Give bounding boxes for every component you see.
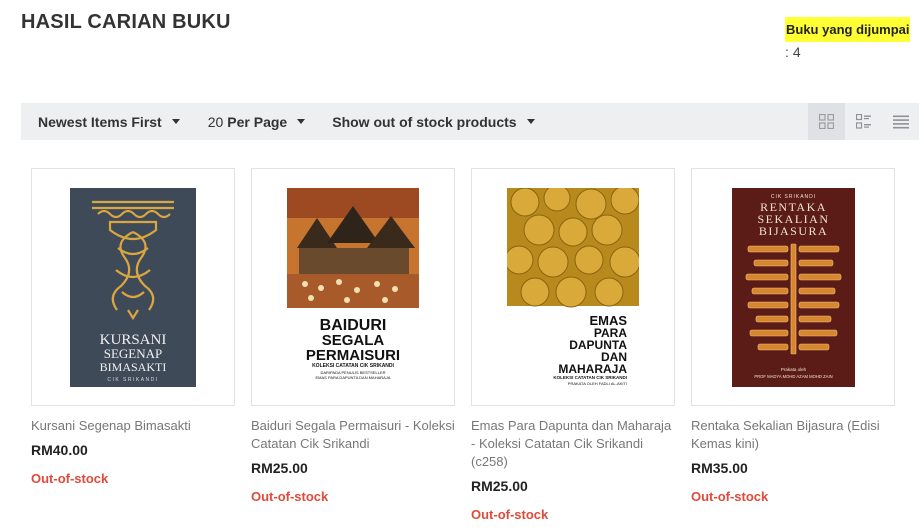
cover-subtitle: PROF MADYA MOHD AZAM MOHD ZAIN	[754, 374, 832, 379]
grid-large-icon	[819, 114, 834, 129]
results-found-label: Buku yang dijumpai	[785, 17, 910, 42]
cover-subtitle: KOLEKSI CATATAN CIK SRIKANDI	[312, 363, 394, 369]
book-cover-image: KURSANI SEGENAP BIMASAKTI CIK SRIKANDI	[70, 187, 196, 387]
per-page-dropdown[interactable]: 20 Per Page	[208, 103, 306, 140]
cover-subtitle: KOLEKSI CATATAN CIK SRIKANDI	[553, 375, 627, 380]
caret-down-icon	[526, 119, 535, 124]
book-cover-image: BAIDURI SEGALA PERMAISURI KOLEKSI CATATA…	[287, 187, 419, 387]
stock-status: Out-of-stock	[691, 489, 769, 504]
stock-status: Out-of-stock	[31, 471, 109, 486]
product-price: RM25.00	[251, 460, 308, 476]
product-name-link[interactable]: Emas Para Dapunta dan Maharaja - Koleksi…	[471, 417, 675, 471]
product-card: KURSANI SEGENAP BIMASAKTI CIK SRIKANDI K…	[31, 168, 235, 486]
product-card: EMAS PARA DAPUNTA DAN MAHARAJA KOLEKSI C…	[471, 168, 675, 522]
list-view-button[interactable]	[882, 103, 919, 140]
results-count-value: 4	[792, 44, 801, 60]
book-cover-image: EMAS PARA DAPUNTA DAN MAHARAJA KOLEKSI C…	[507, 187, 639, 387]
cover-title-line: BIMASAKTI	[100, 360, 167, 374]
per-page-number: 20	[207, 113, 224, 130]
grid-list-icon	[856, 114, 871, 129]
product-name-link[interactable]: Baiduri Segala Permaisuri - Koleksi Cata…	[251, 417, 455, 453]
caret-down-icon	[171, 119, 180, 124]
product-image-link[interactable]: CIK SRIKANDI RENTAKA SEKALIAN BIJASURA P…	[691, 168, 895, 406]
stock-filter-dropdown[interactable]: Show out of stock products	[332, 103, 535, 140]
caret-down-icon	[297, 119, 306, 124]
cover-title-line: MAHARAJA	[558, 362, 627, 376]
cover-subtitle: Prakata oleh	[780, 367, 806, 372]
page-title: HASIL CARIAN BUKU	[21, 11, 231, 33]
product-price: RM25.00	[471, 478, 528, 494]
product-price: RM35.00	[691, 460, 748, 476]
cover-author: CIK SRIKANDI	[107, 377, 158, 383]
results-found: Buku yang dijumpai :4	[785, 17, 919, 60]
product-price: RM40.00	[31, 442, 88, 458]
grid-view-button[interactable]	[808, 103, 845, 140]
grid-list-view-button[interactable]	[845, 103, 882, 140]
cover-title-line: BIJASURA	[758, 224, 827, 238]
stock-status: Out-of-stock	[251, 489, 329, 504]
product-name-link[interactable]: Kursani Segenap Bimasakti	[31, 417, 235, 435]
product-image-link[interactable]: EMAS PARA DAPUNTA DAN MAHARAJA KOLEKSI C…	[471, 168, 675, 406]
cover-title-line: PERMAISURI	[306, 347, 400, 364]
view-mode-switcher	[808, 103, 919, 140]
results-found-count: :4	[785, 44, 919, 60]
product-card: BAIDURI SEGALA PERMAISURI KOLEKSI CATATA…	[251, 168, 455, 504]
book-cover-image: CIK SRIKANDI RENTAKA SEKALIAN BIJASURA P…	[731, 187, 855, 387]
product-image-link[interactable]: BAIDURI SEGALA PERMAISURI KOLEKSI CATATA…	[251, 168, 455, 406]
product-name-link[interactable]: Rentaka Sekalian Bijasura (Edisi Kemas k…	[691, 417, 895, 453]
sort-dropdown-label: Newest Items First	[38, 113, 162, 130]
product-toolbar: Newest Items First 20 Per Page Show out …	[21, 103, 919, 140]
stock-filter-label: Show out of stock products	[332, 113, 517, 130]
stock-status: Out-of-stock	[471, 507, 549, 522]
sort-dropdown[interactable]: Newest Items First	[38, 103, 180, 140]
product-image-link[interactable]: KURSANI SEGENAP BIMASAKTI CIK SRIKANDI	[31, 168, 235, 406]
product-card: CIK SRIKANDI RENTAKA SEKALIAN BIJASURA P…	[691, 168, 895, 504]
cover-subtitle: PRAKATA OLEH FADLI AL-AKITI	[568, 381, 627, 386]
per-page-label: Per Page	[227, 113, 288, 130]
list-icon	[892, 115, 909, 128]
cover-title-line: SEGENAP	[104, 346, 163, 361]
cover-subtitle: EMAS PARA DAPUNTA DAN MAHARAJA	[316, 375, 391, 380]
results-count-prefix: :	[785, 44, 789, 60]
